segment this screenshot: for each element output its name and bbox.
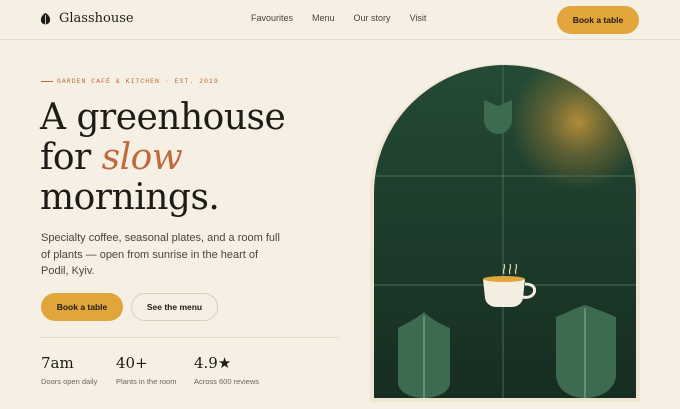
greenhouse-window	[370, 64, 640, 402]
hero-lede: Specialty coffee, seasonal plates, and a…	[41, 232, 280, 277]
nav-link-visit[interactable]: Visit	[410, 13, 427, 23]
eyebrow: GARDEN CAFÉ & KITCHEN · EST. 2019	[41, 78, 219, 85]
see-menu-button[interactable]: See the menu	[131, 293, 218, 321]
nav-link-our-story[interactable]: Our story	[354, 13, 391, 23]
stat-hours: 7am Doors open daily	[41, 354, 116, 386]
stat-value: 4.9★	[194, 354, 232, 372]
stat-label: Across 600 reviews	[194, 377, 260, 386]
hero-cta-row: Book a table See the menu	[41, 293, 218, 321]
stat-value: 40+	[116, 354, 148, 372]
greenhouse-illustration	[370, 64, 640, 407]
nav-book-table-button[interactable]: Book a table	[557, 6, 639, 34]
nav-link-menu[interactable]: Menu	[312, 13, 335, 23]
headline-line-1: A greenhouse	[40, 97, 286, 138]
stat-label: Doors open daily	[41, 377, 98, 386]
headline-line-3: mornings.	[40, 177, 220, 218]
stat-rating: 4.9★ Across 600 reviews	[194, 354, 294, 386]
leaf-right	[556, 305, 616, 398]
headline-accent: slow	[101, 137, 183, 178]
brand-name: Glasshouse	[59, 11, 134, 26]
stats-divider	[41, 337, 339, 338]
leaf-icon	[40, 12, 51, 24]
eyebrow-rule	[41, 81, 53, 82]
book-table-button[interactable]: Book a table	[41, 293, 123, 321]
stat-value: 7am	[41, 354, 74, 372]
brand[interactable]: Glasshouse	[40, 11, 134, 26]
eyebrow-text: GARDEN CAFÉ & KITCHEN · EST. 2019	[57, 78, 219, 85]
nav-links: Favourites Menu Our story Visit	[251, 13, 426, 23]
stat-label: Plants in the room	[116, 377, 177, 386]
stats-row: 7am Doors open daily 40+ Plants in the r…	[41, 354, 294, 386]
top-nav: Glasshouse Favourites Menu Our story Vis…	[0, 0, 680, 40]
stat-plants: 40+ Plants in the room	[116, 354, 194, 386]
headline-line-2-pre: for	[40, 137, 102, 178]
hero-headline: A greenhouse for slow mornings.	[40, 97, 286, 218]
nav-link-favourites[interactable]: Favourites	[251, 13, 293, 23]
